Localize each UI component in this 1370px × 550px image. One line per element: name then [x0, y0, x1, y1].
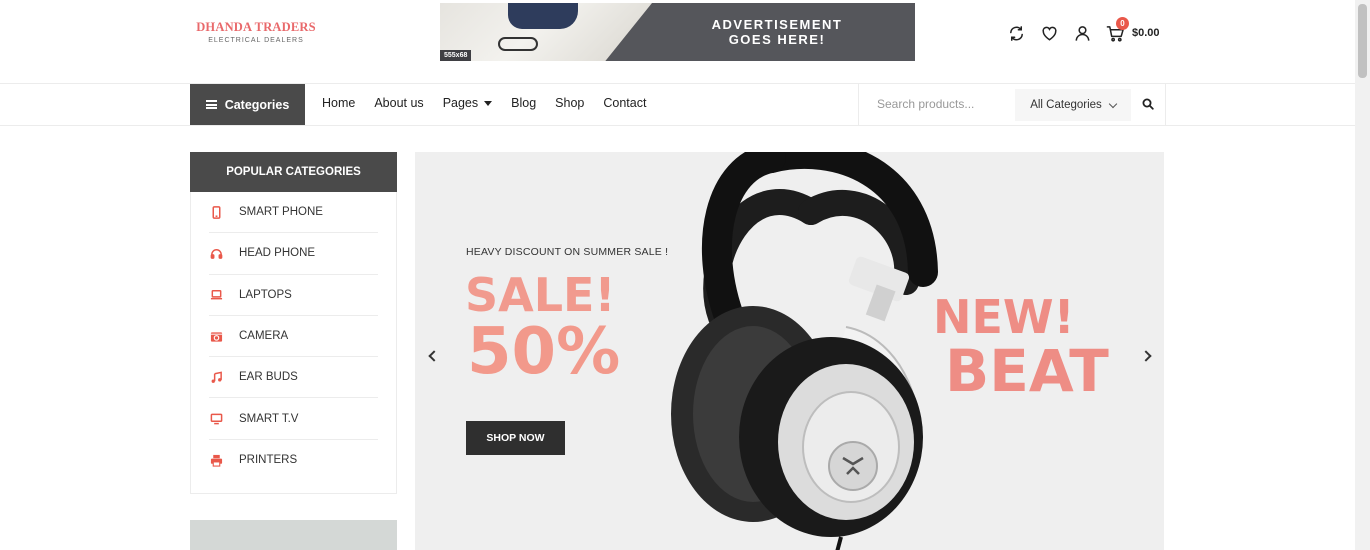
caret-down-icon [484, 100, 493, 106]
categories-menu-button[interactable]: Categories [190, 84, 305, 125]
nav-pages[interactable]: Pages [442, 96, 493, 110]
category-label: HEAD PHONE [239, 247, 316, 260]
camera-icon [209, 329, 223, 343]
header-icons: 0 $0.00 [1006, 17, 1160, 44]
headphones-icon [209, 246, 223, 260]
category-select[interactable]: All Categories [1015, 89, 1131, 121]
popular-categories-panel: POPULAR CATEGORIES SMART PHONE HEAD PHON… [190, 152, 397, 494]
glasses-image [498, 37, 538, 51]
popular-categories-title: POPULAR CATEGORIES [190, 152, 397, 192]
category-label: LAPTOPS [239, 288, 292, 301]
category-item-head-phone[interactable]: HEAD PHONE [209, 233, 378, 275]
hero-sale-text: SALE! [465, 268, 616, 322]
nav-contact[interactable]: Contact [603, 96, 646, 110]
category-item-camera[interactable]: CAMERA [209, 316, 378, 358]
logo-title: DHANDA TRADERS [196, 20, 316, 34]
music-note-icon [209, 370, 223, 384]
hero-slider: HEAVY DISCOUNT ON SUMMER SALE ! SALE! 50… [415, 152, 1164, 550]
ad-text: ADVERTISEMENT GOES HERE! [672, 17, 882, 47]
logo-subtitle: ELECTRICAL DEALERS [208, 37, 304, 44]
categories-label: Categories [224, 97, 290, 112]
cart-icon[interactable]: 0 [1105, 17, 1129, 43]
search-icon[interactable] [1142, 98, 1154, 110]
hero-percent-text: 50% [467, 315, 621, 389]
nav-about-us[interactable]: About us [374, 96, 423, 110]
page-scrollbar[interactable] [1355, 0, 1370, 550]
headphones-image [671, 152, 938, 550]
search-input[interactable] [869, 92, 1009, 116]
hero-new-text: NEW! [933, 290, 1075, 344]
category-label: EAR BUDS [239, 371, 298, 384]
nav-home[interactable]: Home [322, 96, 355, 110]
cart-total[interactable]: $0.00 [1132, 27, 1160, 39]
category-list: SMART PHONE HEAD PHONE LAPTOPS CAMERA EA… [191, 192, 396, 481]
printer-icon [209, 453, 223, 467]
category-item-smart-tv[interactable]: SMART T.V [209, 398, 378, 440]
cart-count-badge: 0 [1116, 17, 1129, 30]
category-select-value: All Categories [1030, 99, 1102, 111]
shop-now-button[interactable]: SHOP NOW [466, 421, 565, 455]
category-item-laptops[interactable]: LAPTOPS [209, 275, 378, 316]
wishlist-heart-icon[interactable] [1039, 23, 1059, 43]
category-item-printers[interactable]: PRINTERS [209, 440, 378, 481]
jeans-image [508, 3, 578, 29]
laptop-icon [209, 288, 223, 302]
main-navigation: Home About us Pages Blog Shop Contact [322, 96, 665, 110]
user-account-icon[interactable] [1072, 23, 1092, 43]
site-logo[interactable]: DHANDA TRADERS ELECTRICAL DEALERS [194, 20, 318, 44]
category-label: CAMERA [239, 330, 289, 343]
ad-size-tag: 555x68 [440, 50, 472, 61]
ad-photo: 555x68 [440, 3, 652, 61]
hero-beat-text: BEAT [945, 337, 1109, 405]
scrollbar-thumb[interactable] [1358, 4, 1367, 78]
product-search: All Categories [858, 84, 1166, 125]
nav-blog[interactable]: Blog [511, 96, 536, 110]
slider-prev-arrow-icon[interactable] [427, 350, 440, 364]
category-label: SMART T.V [239, 412, 299, 425]
category-label: PRINTERS [239, 454, 298, 467]
category-label: SMART PHONE [239, 206, 323, 219]
tv-icon [209, 412, 223, 426]
hero-kicker: HEAVY DISCOUNT ON SUMMER SALE ! [466, 246, 669, 258]
hamburger-icon [205, 100, 217, 109]
category-item-ear-buds[interactable]: EAR BUDS [209, 357, 378, 399]
chevron-down-icon [1108, 99, 1118, 108]
ad-line-2: GOES HERE! [728, 32, 826, 47]
nav-divider [0, 125, 1355, 126]
category-item-smart-phone[interactable]: SMART PHONE [209, 192, 378, 234]
mobile-icon [209, 205, 223, 219]
slider-next-arrow-icon[interactable] [1140, 350, 1154, 364]
sidebar-promo-banner[interactable] [190, 520, 397, 550]
nav-pages-label: Pages [442, 96, 479, 110]
advertisement-banner[interactable]: 555x68 ADVERTISEMENT GOES HERE! [440, 3, 915, 61]
ad-line-1: ADVERTISEMENT [711, 17, 843, 32]
page: DHANDA TRADERS ELECTRICAL DEALERS 555x68… [0, 0, 1370, 550]
compare-icon[interactable] [1006, 23, 1026, 43]
nav-shop[interactable]: Shop [555, 96, 584, 110]
